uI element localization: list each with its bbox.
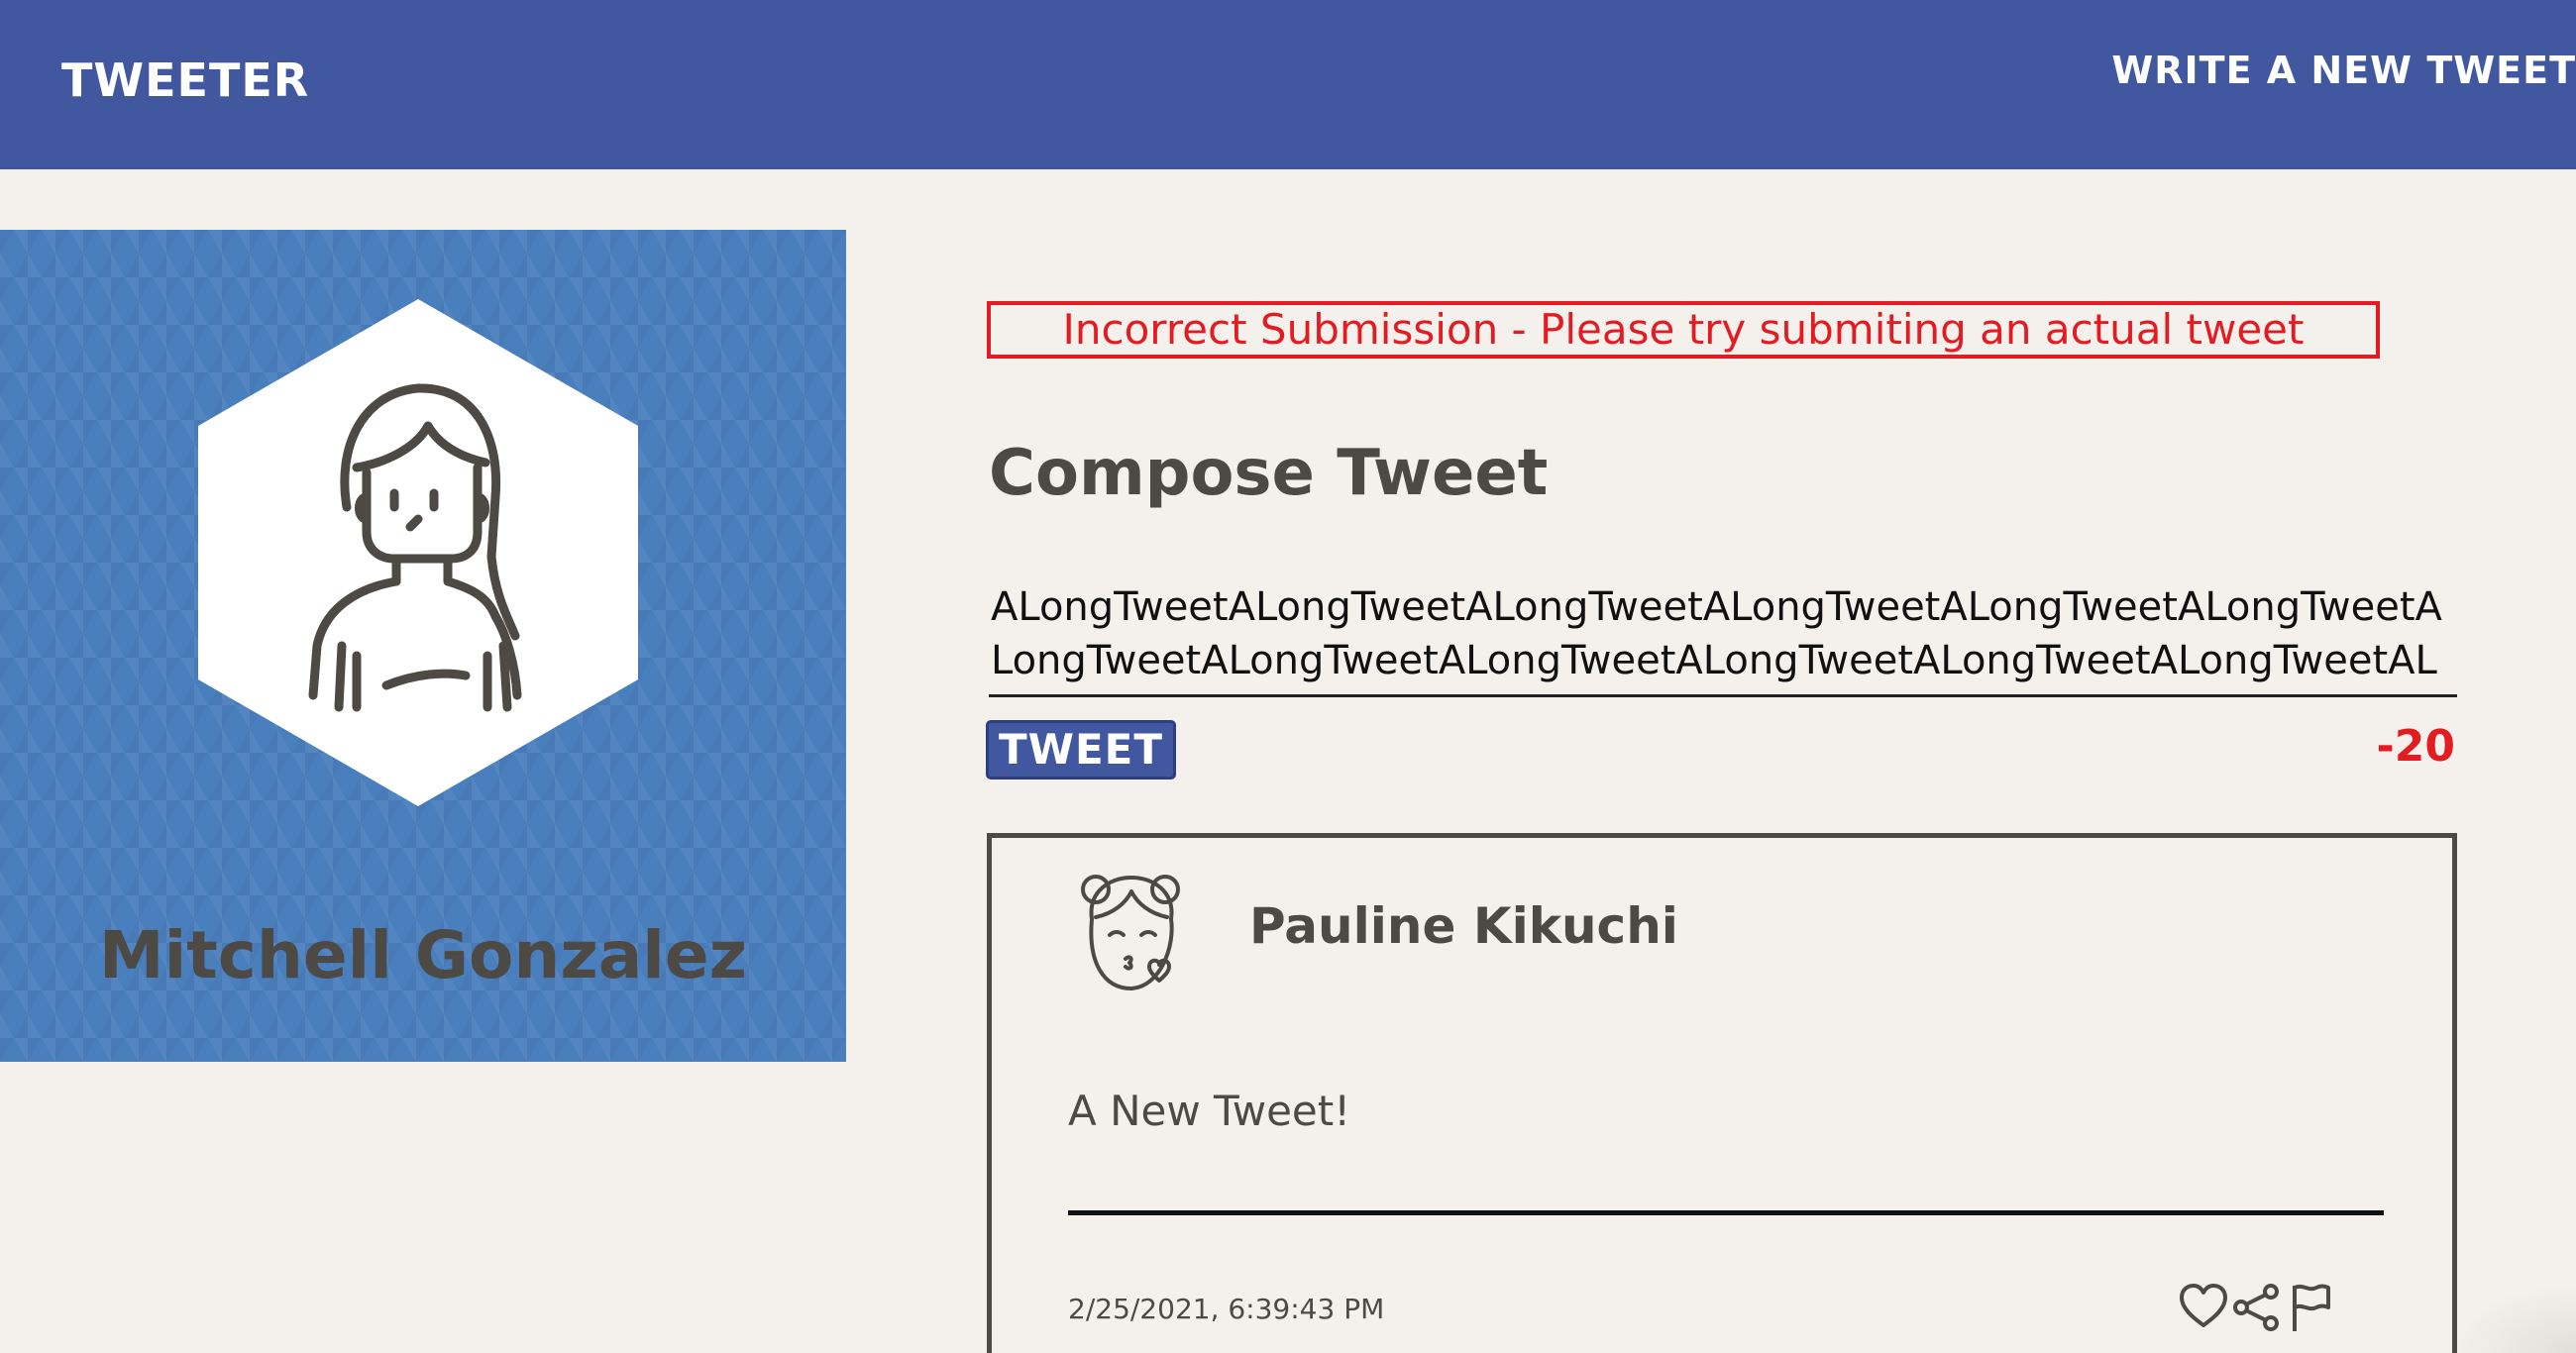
tweet-input[interactable] <box>989 580 2457 697</box>
brand-logo[interactable]: Tweeter <box>61 57 309 103</box>
tweet-actions <box>2178 1282 2336 1341</box>
tweet-text: A New Tweet! <box>1068 1087 1351 1135</box>
tweet-author-name: Pauline Kikuchi <box>1249 897 1678 955</box>
tweet-card: Pauline Kikuchi A New Tweet! 2/25/2021, … <box>987 833 2457 1353</box>
tweet-divider <box>1068 1210 2384 1215</box>
tweet-button[interactable]: Tweet <box>986 720 1176 780</box>
corner-shadow <box>2447 1284 2576 1353</box>
write-new-tweet-link[interactable]: Write a new tweet <box>2111 52 2576 89</box>
profile-avatar <box>198 299 638 806</box>
error-message: Incorrect Submission - Please try submit… <box>987 301 2380 359</box>
tweet-timestamp: 2/25/2021, 6:39:43 PM <box>1068 1293 1385 1325</box>
top-nav: Tweeter Write a new tweet <box>0 0 2576 169</box>
flag-icon[interactable] <box>2289 1282 2332 1333</box>
profile-card: Mitchell Gonzalez <box>0 230 846 1062</box>
compose-title: Compose Tweet <box>989 437 1549 510</box>
heart-icon[interactable] <box>2178 1282 2229 1331</box>
page: Tweeter Write a new tweet <box>0 0 2576 1353</box>
character-counter: -20 <box>2376 721 2456 772</box>
tweet-author-avatar-icon <box>1081 875 1180 990</box>
share-icon[interactable] <box>2231 1282 2281 1331</box>
profile-name: Mitchell Gonzalez <box>98 917 748 993</box>
